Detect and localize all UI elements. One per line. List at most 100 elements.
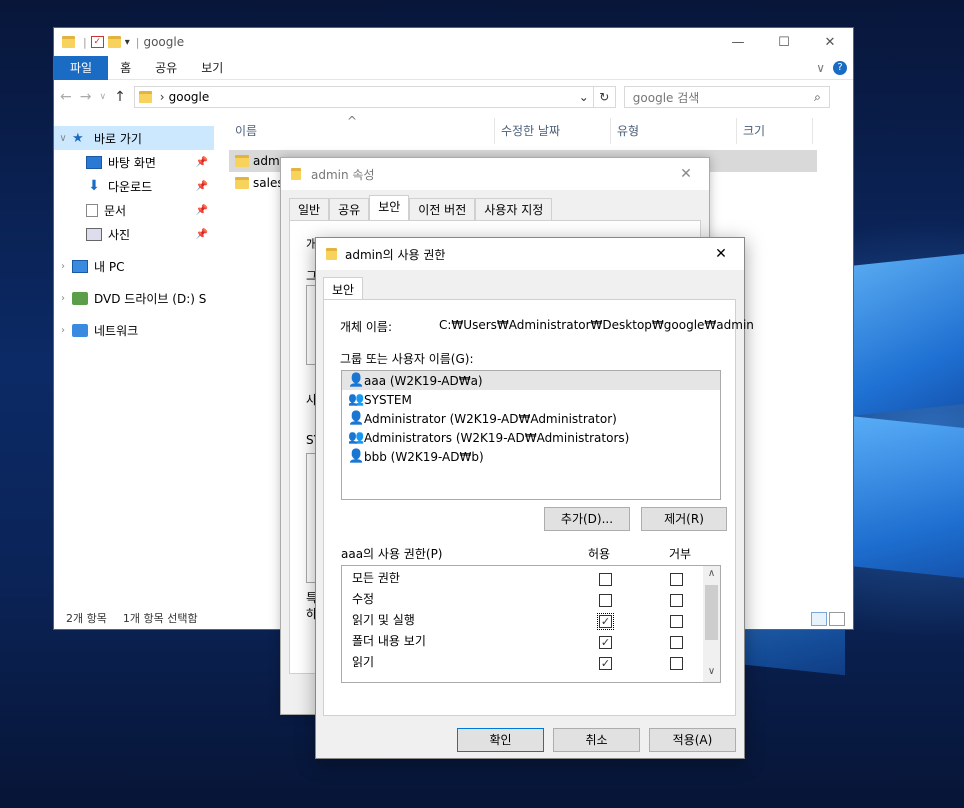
permissions-label: aaa의 사용 권한(P) bbox=[341, 547, 443, 561]
close-button[interactable]: ✕ bbox=[698, 246, 744, 262]
list-item[interactable]: 👥 Administrators (W2K19-AD₩Administrator… bbox=[342, 428, 720, 447]
permissions-scrollbar[interactable]: ∧ ∨ bbox=[703, 566, 720, 682]
pin-icon[interactable]: 📌 bbox=[196, 157, 214, 168]
nav-dvd-drive[interactable]: › DVD 드라이브 (D:) S bbox=[54, 286, 214, 310]
deny-full-control-checkbox[interactable] bbox=[670, 573, 683, 586]
list-item[interactable]: 👤 Administrator (W2K19-AD₩Administrator) bbox=[342, 409, 720, 428]
tab-sharing[interactable]: 공유 bbox=[329, 198, 370, 220]
collapsed-icon[interactable]: › bbox=[54, 261, 72, 272]
breadcrumb[interactable]: google bbox=[169, 90, 210, 104]
nav-label: 바로 가기 bbox=[94, 131, 142, 146]
tab-share[interactable]: 공유 bbox=[143, 59, 189, 76]
allow-list-folder-checkbox[interactable]: ✓ bbox=[599, 636, 612, 649]
group-icon: 👥 bbox=[348, 392, 365, 407]
nav-quick-access[interactable]: ∨ ★ 바로 가기 bbox=[54, 126, 214, 150]
permission-name: 모든 권한 bbox=[352, 571, 400, 585]
address-dropdown-icon[interactable]: ⌄ bbox=[579, 90, 589, 104]
help-icon[interactable]: ? bbox=[833, 60, 847, 75]
group-icon: 👥 bbox=[348, 430, 365, 445]
nav-documents[interactable]: 문서 📌 bbox=[54, 198, 214, 222]
apply-button[interactable]: 적용(A) bbox=[649, 728, 736, 752]
selection-count: 1개 항목 선택함 bbox=[122, 612, 198, 625]
title-bar: | ✓ ▾ | google — ☐ ✕ bbox=[54, 28, 853, 56]
column-size[interactable]: 크기 bbox=[737, 118, 813, 144]
close-button[interactable]: ✕ bbox=[807, 35, 853, 50]
pin-icon[interactable]: 📌 bbox=[196, 181, 214, 192]
pin-icon[interactable]: 📌 bbox=[196, 205, 214, 216]
deny-modify-checkbox[interactable] bbox=[670, 594, 683, 607]
forward-icon[interactable]: → bbox=[80, 89, 92, 105]
tab-file[interactable]: 파일 bbox=[54, 55, 109, 80]
properties-tabs: 일반 공유 보안 이전 버전 사용자 지정 bbox=[289, 195, 709, 220]
network-icon bbox=[72, 323, 88, 337]
column-type[interactable]: 유형 bbox=[611, 118, 737, 144]
allow-modify-checkbox[interactable] bbox=[599, 594, 612, 607]
scroll-thumb[interactable] bbox=[705, 585, 718, 640]
ribbon-tabs: 파일 홈 공유 보기 ∨ ? bbox=[54, 55, 853, 80]
add-button[interactable]: 추가(D)... bbox=[544, 507, 630, 531]
allow-full-control-checkbox[interactable] bbox=[599, 573, 612, 586]
remove-button[interactable]: 제거(R) bbox=[641, 507, 727, 531]
customize-toolbar-icon[interactable]: ▾ bbox=[125, 37, 130, 48]
star-icon: ★ bbox=[72, 130, 84, 146]
back-icon[interactable]: ← bbox=[60, 89, 72, 105]
address-field[interactable]: › google ⌄ bbox=[133, 86, 594, 108]
scroll-down-icon[interactable]: ∨ bbox=[703, 666, 720, 677]
user-icon: 👤 bbox=[348, 449, 365, 464]
navigation-pane: ∨ ★ 바로 가기 바탕 화면 📌 ⬇ 다운로드 📌 문서 📌 사진 📌 › 내… bbox=[54, 116, 214, 607]
properties-icon[interactable]: ✓ bbox=[90, 36, 104, 48]
allow-read-checkbox[interactable]: ✓ bbox=[599, 657, 612, 670]
ok-button[interactable]: 확인 bbox=[457, 728, 544, 752]
user-name: bbb (W2K19-AD₩b) bbox=[364, 449, 484, 464]
nav-desktop[interactable]: 바탕 화면 📌 bbox=[54, 150, 214, 174]
file-name: sales bbox=[253, 176, 284, 190]
list-item[interactable]: 👤 bbb (W2K19-AD₩b) bbox=[342, 447, 720, 466]
tab-previous-versions[interactable]: 이전 버전 bbox=[409, 198, 476, 220]
collapsed-icon[interactable]: › bbox=[54, 325, 72, 336]
minimize-button[interactable]: — bbox=[715, 35, 761, 50]
tab-customize[interactable]: 사용자 지정 bbox=[475, 198, 553, 220]
refresh-icon[interactable]: ↻ bbox=[593, 86, 616, 108]
column-modified[interactable]: 수정한 날짜 bbox=[495, 118, 611, 144]
permission-row: 읽기 및 실행 bbox=[352, 610, 702, 631]
permission-name: 읽기 bbox=[352, 655, 375, 669]
document-icon bbox=[86, 203, 98, 217]
column-name[interactable]: 이름 ^ bbox=[229, 114, 495, 144]
recent-locations-icon[interactable]: ∨ bbox=[99, 92, 106, 102]
nav-pictures[interactable]: 사진 📌 bbox=[54, 222, 214, 246]
dialog-title: admin 속성 bbox=[311, 167, 375, 182]
nav-downloads[interactable]: ⬇ 다운로드 📌 bbox=[54, 174, 214, 198]
search-input[interactable]: google 검색 ⌕ bbox=[623, 86, 830, 108]
folder-icon bbox=[235, 177, 249, 189]
list-item[interactable]: 👤 aaa (W2K19-AD₩a) bbox=[342, 371, 720, 390]
tab-home[interactable]: 홈 bbox=[108, 59, 143, 76]
cancel-button[interactable]: 취소 bbox=[553, 728, 640, 752]
tab-view[interactable]: 보기 bbox=[189, 59, 235, 76]
user-icon: 👤 bbox=[348, 373, 365, 388]
tab-general[interactable]: 일반 bbox=[289, 198, 330, 220]
large-icons-view-icon[interactable] bbox=[829, 612, 845, 626]
nav-label: 문서 bbox=[104, 203, 127, 218]
expanded-icon[interactable]: ∨ bbox=[54, 133, 72, 144]
allow-read-execute-checkbox[interactable]: ✓ bbox=[597, 613, 614, 630]
nav-network[interactable]: › 네트워크 bbox=[54, 318, 214, 342]
security-panel: 개체 이름: C:₩Users₩Administrator₩Desktop₩go… bbox=[323, 299, 754, 716]
collapsed-icon[interactable]: › bbox=[54, 293, 72, 304]
folder-icon bbox=[62, 36, 75, 48]
nav-this-pc[interactable]: › 내 PC bbox=[54, 254, 214, 278]
close-button[interactable]: ✕ bbox=[663, 166, 709, 182]
deny-list-folder-checkbox[interactable] bbox=[670, 636, 683, 649]
scroll-up-icon[interactable]: ∧ bbox=[703, 568, 720, 579]
new-folder-icon[interactable] bbox=[107, 36, 121, 48]
up-icon[interactable]: ↑ bbox=[114, 89, 126, 105]
list-item[interactable]: 👥 SYSTEM bbox=[342, 390, 720, 409]
pin-icon[interactable]: 📌 bbox=[196, 229, 214, 240]
deny-read-execute-checkbox[interactable] bbox=[670, 615, 683, 628]
deny-read-checkbox[interactable] bbox=[670, 657, 683, 670]
maximize-button[interactable]: ☐ bbox=[761, 35, 807, 50]
details-view-icon[interactable] bbox=[811, 612, 827, 626]
sort-ascending-icon: ^ bbox=[347, 114, 358, 128]
permission-row: 모든 권한 bbox=[352, 568, 702, 589]
tab-security[interactable]: 보안 bbox=[369, 195, 410, 220]
expand-ribbon-icon[interactable]: ∨ bbox=[816, 61, 825, 75]
